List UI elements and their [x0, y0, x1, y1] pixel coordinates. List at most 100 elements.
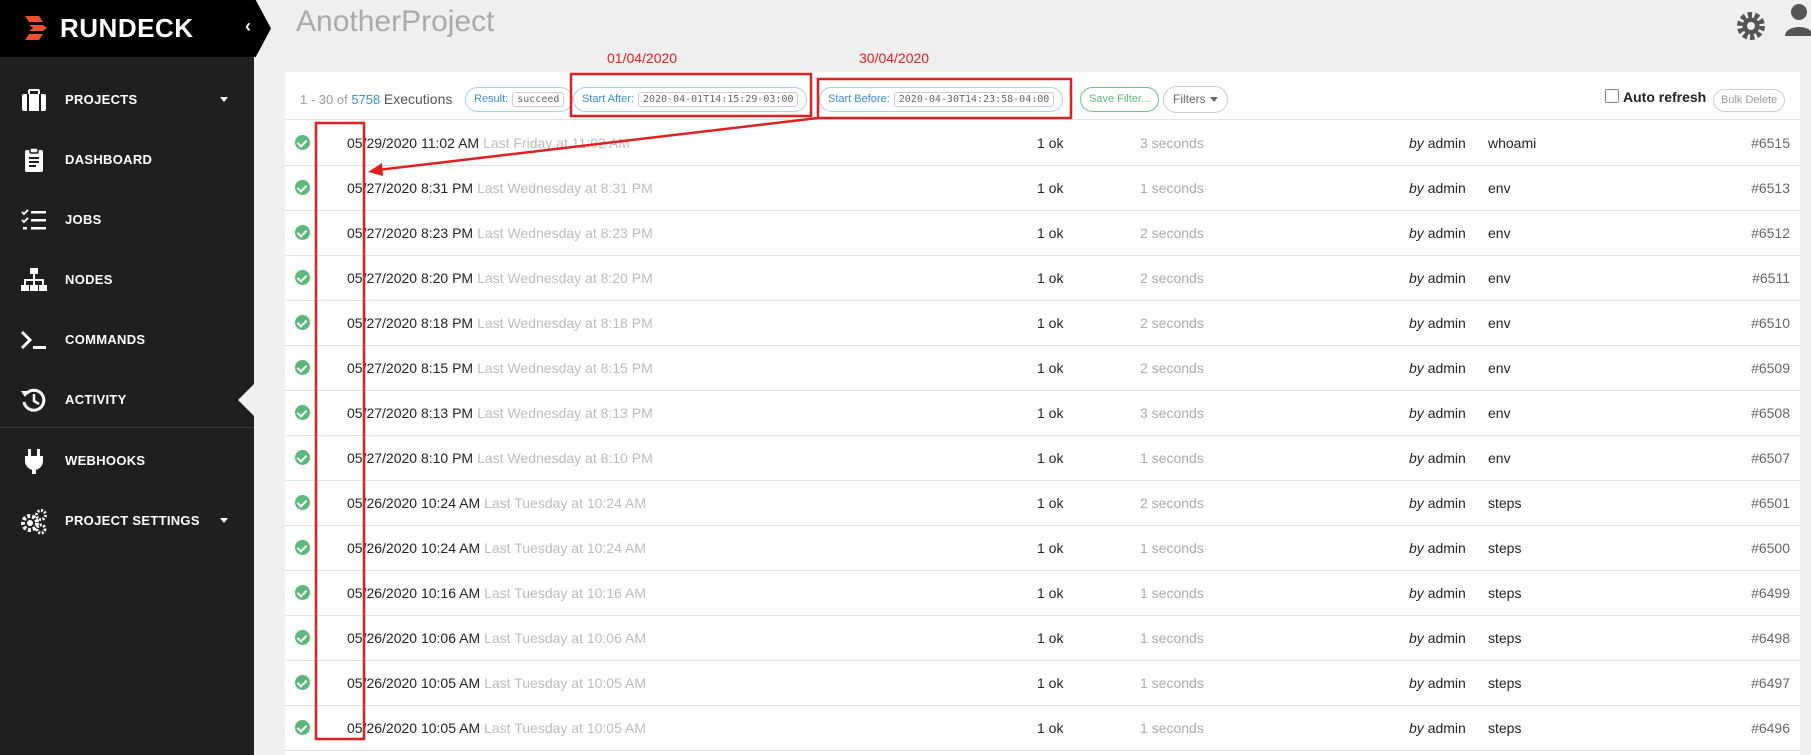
filter-pill-start-after[interactable]: Start After: 2020-04-01T14:15:29-03:00	[573, 87, 808, 112]
job-name-link[interactable]: steps	[1488, 540, 1521, 556]
job-name-link[interactable]: steps	[1488, 585, 1521, 601]
bulk-delete-button[interactable]: Bulk Delete	[1713, 89, 1786, 112]
execution-id-link[interactable]: #6498	[1751, 630, 1790, 646]
execution-id-link[interactable]: #6510	[1751, 315, 1790, 331]
execution-date[interactable]: 05/29/2020 11:02 AM Last Friday at 11:02 …	[347, 135, 630, 151]
table-row[interactable]: 05/27/2020 8:10 PM Last Wednesday at 8:10…	[285, 436, 1800, 481]
execution-relative-time: Last Wednesday at 8:15 PM	[477, 360, 653, 376]
execution-id-link[interactable]: #6496	[1751, 720, 1790, 736]
execution-relative-time: Last Tuesday at 10:05 AM	[484, 720, 646, 736]
table-row[interactable]: 05/26/2020 10:16 AM Last Tuesday at 10:16…	[285, 571, 1800, 616]
save-filter-button[interactable]: Save Filter...	[1080, 87, 1160, 112]
execution-status: 1 ok	[1037, 180, 1064, 196]
filter-pill-result[interactable]: Result: succeed	[465, 87, 574, 112]
job-name-link[interactable]: steps	[1488, 720, 1521, 736]
gear-icon[interactable]	[1735, 10, 1767, 42]
total-count-link[interactable]: 5758	[351, 92, 380, 107]
table-row[interactable]: 05/26/2020 10:05 AM Last Tuesday at 10:05…	[285, 661, 1800, 706]
auto-refresh-toggle[interactable]: Auto refresh	[1605, 89, 1706, 105]
job-name-link[interactable]: env	[1488, 180, 1511, 196]
job-name-link[interactable]: env	[1488, 315, 1511, 331]
sidebar-collapse-button[interactable]: ‹	[237, 0, 271, 57]
success-check-icon	[295, 135, 310, 150]
job-name-link[interactable]: steps	[1488, 630, 1521, 646]
by-label: by	[1409, 270, 1424, 286]
table-row[interactable]: 05/26/2020 10:24 AM Last Tuesday at 10:24…	[285, 481, 1800, 526]
execution-duration: 1 seconds	[1140, 720, 1204, 736]
execution-date[interactable]: 05/27/2020 8:13 PM Last Wednesday at 8:13…	[347, 405, 653, 421]
sidebar-divider	[0, 427, 254, 428]
sidebar-item-label: WEBHOOKS	[65, 453, 146, 468]
execution-id-link[interactable]: #6497	[1751, 675, 1790, 691]
user-icon[interactable]	[1783, 2, 1811, 38]
table-row[interactable]: 05/29/2020 11:02 AM Last Friday at 11:02 …	[285, 121, 1800, 166]
execution-duration: 2 seconds	[1140, 360, 1204, 376]
execution-datetime: 05/27/2020 8:15 PM	[347, 360, 474, 376]
execution-date[interactable]: 05/26/2020 10:05 AM Last Tuesday at 10:05…	[347, 720, 646, 736]
execution-id-link[interactable]: #6512	[1751, 225, 1790, 241]
execution-id-link[interactable]: #6508	[1751, 405, 1790, 421]
auto-refresh-checkbox[interactable]	[1605, 89, 1619, 103]
filters-dropdown-button[interactable]: Filters	[1163, 86, 1228, 113]
execution-date[interactable]: 05/27/2020 8:15 PM Last Wednesday at 8:15…	[347, 360, 653, 376]
job-name-link[interactable]: env	[1488, 225, 1511, 241]
execution-date[interactable]: 05/27/2020 8:10 PM Last Wednesday at 8:10…	[347, 450, 653, 466]
table-row[interactable]: 05/27/2020 8:13 PM Last Wednesday at 8:13…	[285, 391, 1800, 436]
job-name-link[interactable]: env	[1488, 360, 1511, 376]
brand-name: RUNDECK	[60, 13, 194, 43]
job-name-link[interactable]: steps	[1488, 495, 1521, 511]
sidebar-item-activity[interactable]: ACTIVITY	[0, 370, 254, 430]
sidebar-item-project-settings[interactable]: PROJECT SETTINGS	[0, 491, 254, 551]
execution-id-link[interactable]: #6507	[1751, 450, 1790, 466]
brand-bar[interactable]: RUNDECK	[0, 0, 254, 57]
by-label: by	[1409, 225, 1424, 241]
success-check-icon	[295, 360, 310, 375]
execution-duration: 1 seconds	[1140, 585, 1204, 601]
job-name-link[interactable]: env	[1488, 405, 1511, 421]
sidebar-item-dashboard[interactable]: DASHBOARD	[0, 130, 254, 190]
table-row[interactable]: 05/27/2020 8:31 PM Last Wednesday at 8:31…	[285, 166, 1800, 211]
execution-id-link[interactable]: #6511	[1752, 270, 1790, 286]
execution-datetime: 05/27/2020 8:20 PM	[347, 270, 474, 286]
table-row[interactable]: 05/26/2020 10:05 AM Last Tuesday at 10:05…	[285, 706, 1800, 751]
table-row[interactable]: 05/27/2020 8:18 PM Last Wednesday at 8:18…	[285, 301, 1800, 346]
execution-date[interactable]: 05/26/2020 10:16 AM Last Tuesday at 10:16…	[347, 585, 646, 601]
table-row[interactable]: 05/27/2020 8:20 PM Last Wednesday at 8:20…	[285, 256, 1800, 301]
execution-id-link[interactable]: #6499	[1751, 585, 1790, 601]
job-name-link[interactable]: steps	[1488, 675, 1521, 691]
success-check-icon	[295, 675, 310, 690]
execution-date[interactable]: 05/26/2020 10:06 AM Last Tuesday at 10:06…	[347, 630, 646, 646]
sidebar-item-commands[interactable]: COMMANDS	[0, 310, 254, 370]
user-name: admin	[1427, 585, 1466, 601]
job-name-link[interactable]: whoami	[1488, 135, 1536, 151]
execution-date[interactable]: 05/26/2020 10:05 AM Last Tuesday at 10:05…	[347, 675, 646, 691]
execution-id-link[interactable]: #6509	[1751, 360, 1790, 376]
execution-date[interactable]: 05/26/2020 10:24 AM Last Tuesday at 10:24…	[347, 540, 646, 556]
table-row[interactable]: 05/27/2020 8:15 PM Last Wednesday at 8:15…	[285, 346, 1800, 391]
execution-id-link[interactable]: #6513	[1751, 180, 1790, 196]
execution-duration: 1 seconds	[1140, 180, 1204, 196]
execution-date[interactable]: 05/27/2020 8:20 PM Last Wednesday at 8:20…	[347, 270, 653, 286]
sidebar-item-jobs[interactable]: JOBS	[0, 190, 254, 250]
job-name-link[interactable]: env	[1488, 450, 1511, 466]
by-label: by	[1409, 720, 1424, 736]
sidebar-item-webhooks[interactable]: WEBHOOKS	[0, 431, 254, 491]
execution-id-link[interactable]: #6515	[1751, 135, 1790, 151]
table-row[interactable]: 05/26/2020 10:06 AM Last Tuesday at 10:06…	[285, 616, 1800, 661]
sidebar-item-nodes[interactable]: NODES	[0, 250, 254, 310]
execution-date[interactable]: 05/27/2020 8:18 PM Last Wednesday at 8:18…	[347, 315, 653, 331]
execution-date[interactable]: 05/26/2020 10:24 AM Last Tuesday at 10:24…	[347, 495, 646, 511]
job-name-link[interactable]: env	[1488, 270, 1511, 286]
by-label: by	[1409, 360, 1424, 376]
execution-id-link[interactable]: #6500	[1751, 540, 1790, 556]
filter-pill-start-before[interactable]: Start Before: 2020-04-30T14:23:58-04:00	[819, 87, 1064, 112]
page-title: AnotherProject	[296, 5, 495, 38]
execution-relative-time: Last Tuesday at 10:24 AM	[484, 495, 646, 511]
execution-id-link[interactable]: #6501	[1751, 495, 1790, 511]
success-check-icon	[295, 180, 310, 195]
table-row[interactable]: 05/26/2020 10:24 AM Last Tuesday at 10:24…	[285, 526, 1800, 571]
table-row[interactable]: 05/27/2020 8:23 PM Last Wednesday at 8:23…	[285, 211, 1800, 256]
sidebar-item-projects[interactable]: PROJECTS	[0, 70, 254, 130]
execution-date[interactable]: 05/27/2020 8:31 PM Last Wednesday at 8:31…	[347, 180, 653, 196]
execution-date[interactable]: 05/27/2020 8:23 PM Last Wednesday at 8:23…	[347, 225, 653, 241]
